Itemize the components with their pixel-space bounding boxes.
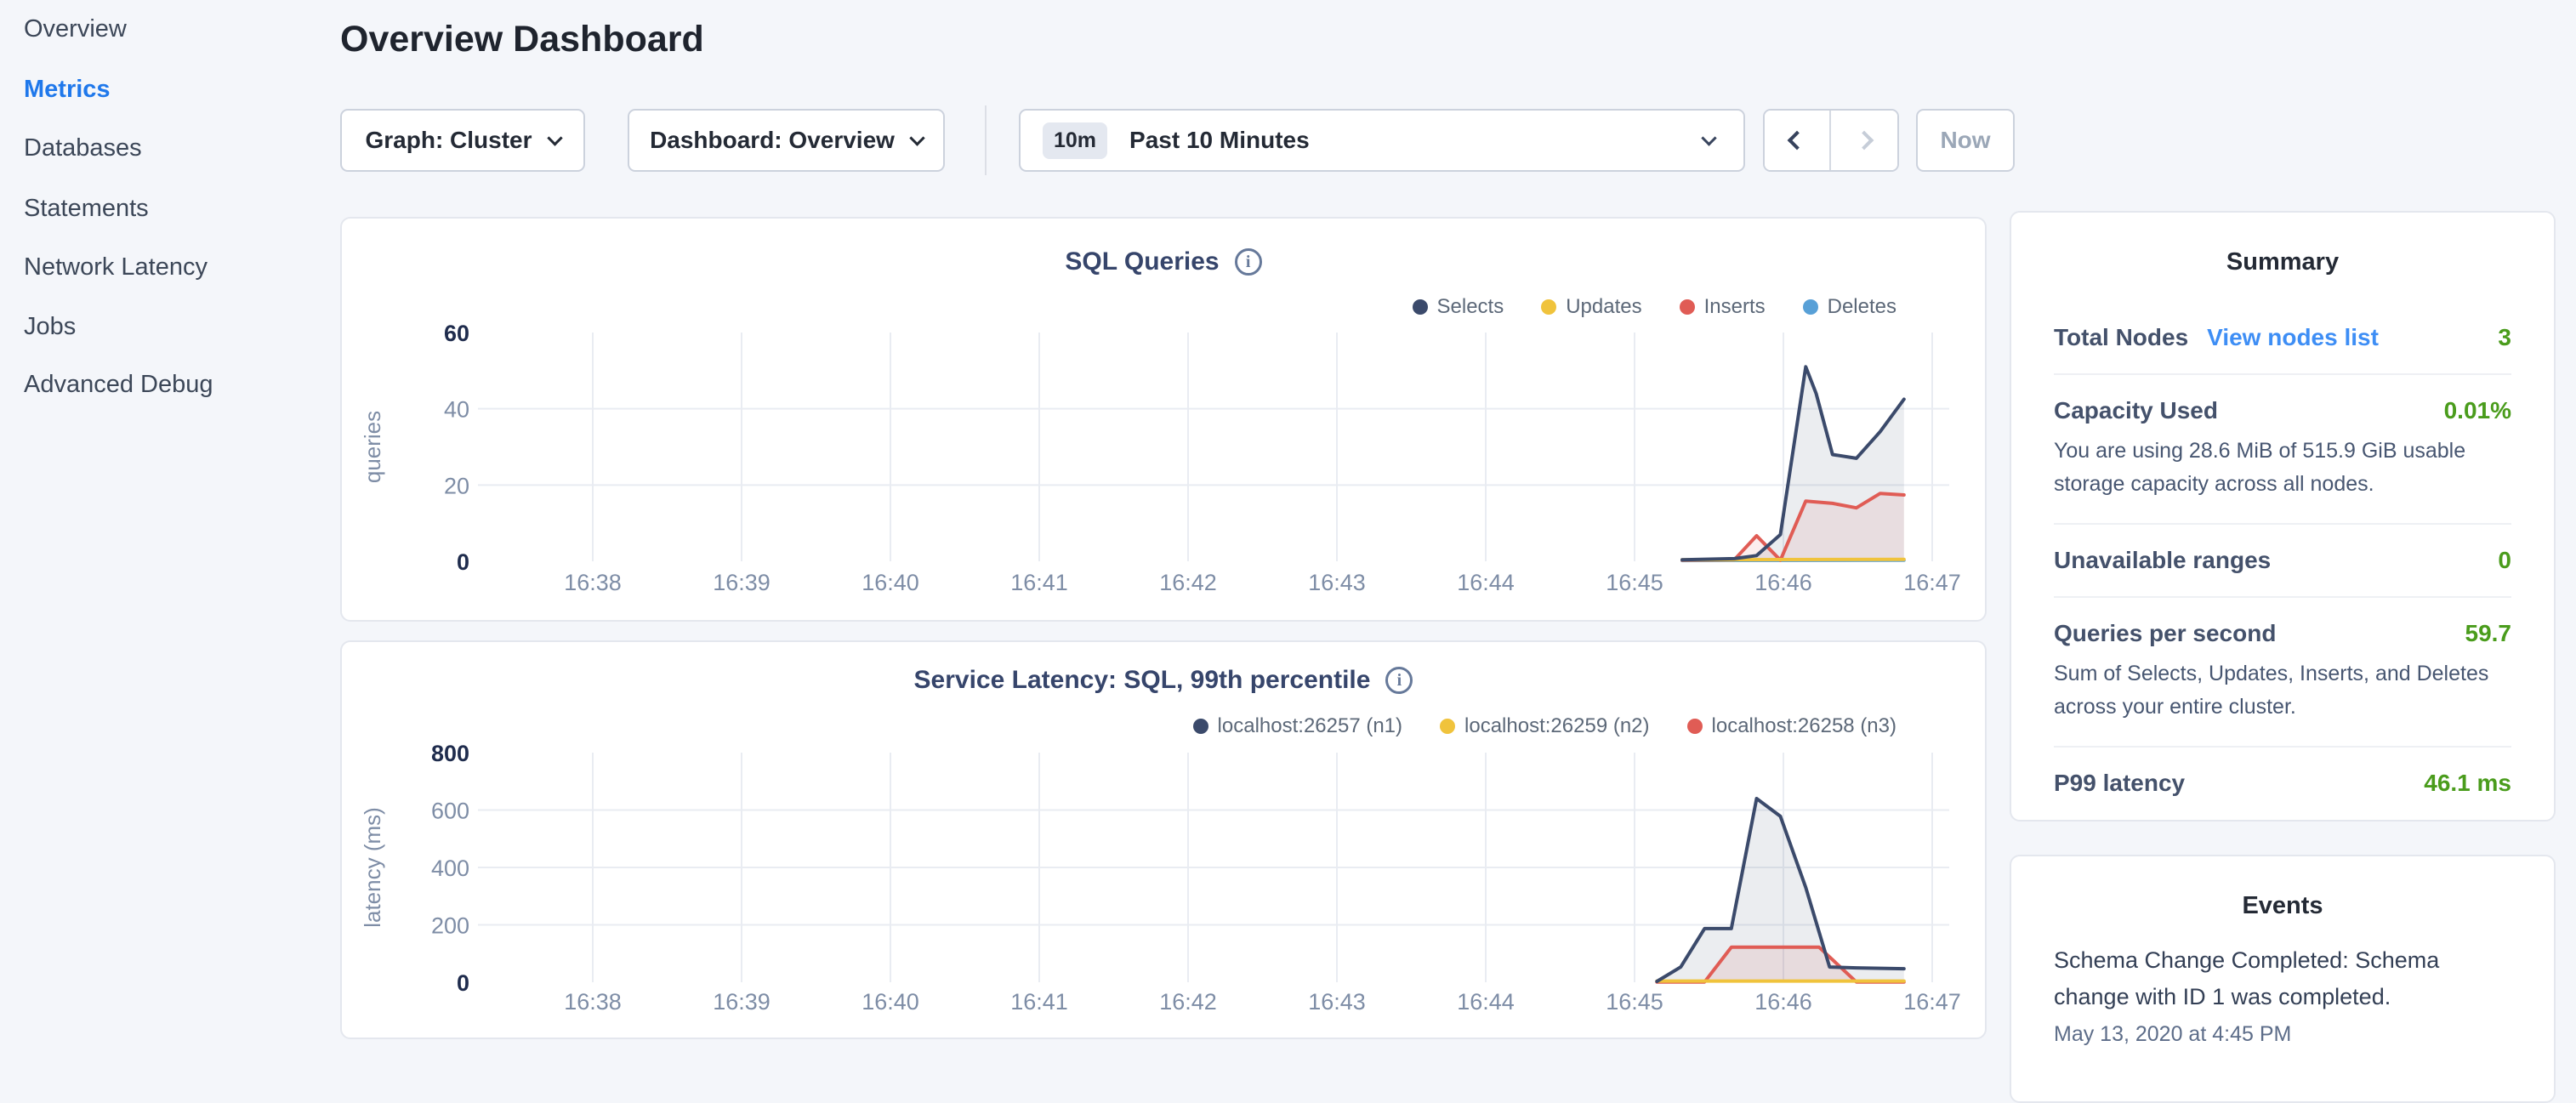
- time-step-buttons: [1763, 109, 1899, 172]
- events-list: Schema Change Completed: Schema change w…: [2011, 942, 2554, 1047]
- summary-row-capacity-used: Capacity Used 0.01% You are using 28.6 MiB…: [2054, 373, 2511, 523]
- event-text: Schema Change Completed: Schema change w…: [2054, 942, 2511, 1015]
- chart-card-sql-queries[interactable]: SQL QueriesiSelectsUpdatesInsertsDeletes…: [340, 217, 1987, 622]
- svg-text:16:44: 16:44: [1457, 570, 1515, 595]
- svg-text:16:45: 16:45: [1606, 570, 1663, 595]
- summary-row-description: Sum of Selects, Updates, Inserts, and De…: [2054, 657, 2511, 724]
- chart-plot-area[interactable]: 16:38 16:39 16:40 16:41 16:42 16:43 16:44 16:45…: [342, 642, 1988, 1038]
- sidebar-item-jobs[interactable]: Jobs: [24, 308, 76, 345]
- now-button-label: Now: [1940, 127, 1990, 154]
- svg-text:latency (ms): latency (ms): [360, 807, 385, 928]
- svg-text:16:40: 16:40: [862, 989, 919, 1015]
- svg-text:16:39: 16:39: [713, 570, 771, 595]
- summary-row-label: Queries per second: [2054, 620, 2276, 647]
- svg-text:16:44: 16:44: [1457, 989, 1515, 1015]
- event-timestamp: May 13, 2020 at 4:45 PM: [2054, 1022, 2511, 1047]
- svg-text:16:43: 16:43: [1308, 570, 1366, 595]
- svg-text:16:41: 16:41: [1010, 570, 1068, 595]
- chart-card-service-latency[interactable]: Service Latency: SQL, 99th percentileilo…: [340, 640, 1987, 1039]
- svg-text:16:46: 16:46: [1754, 570, 1812, 595]
- svg-text:16:38: 16:38: [564, 570, 622, 595]
- graph-dropdown-label: Graph: Cluster: [365, 127, 532, 154]
- svg-text:16:43: 16:43: [1308, 989, 1366, 1015]
- summary-row-label: Total Nodes: [2054, 324, 2188, 351]
- graph-dropdown[interactable]: Graph: Cluster: [340, 109, 585, 172]
- summary-panel: Summary Total Nodes View nodes list 3 Capac…: [2010, 211, 2556, 822]
- sidebar-item-overview[interactable]: Overview: [24, 10, 127, 48]
- time-step-forward-button[interactable]: [1831, 111, 1897, 170]
- controls-divider: [985, 105, 987, 175]
- chevron-down-icon: [547, 130, 562, 145]
- time-step-back-button[interactable]: [1765, 111, 1831, 170]
- svg-text:16:42: 16:42: [1159, 570, 1217, 595]
- svg-text:16:38: 16:38: [564, 989, 622, 1015]
- summary-row-value: 0.01%: [2444, 397, 2511, 424]
- svg-text:400: 400: [431, 856, 469, 881]
- summary-title: Summary: [2011, 213, 2554, 276]
- summary-row-p99-latency: P99 latency 46.1 ms: [2054, 746, 2511, 819]
- chevron-down-icon: [909, 130, 924, 145]
- svg-text:queries: queries: [360, 411, 385, 483]
- chart-plot-area[interactable]: 16:38 16:39 16:40 16:41 16:42 16:43 16:44 16:45…: [342, 219, 1988, 620]
- svg-text:60: 60: [444, 321, 469, 346]
- svg-text:600: 600: [431, 799, 469, 824]
- svg-text:16:39: 16:39: [713, 989, 771, 1015]
- dashboard-dropdown[interactable]: Dashboard: Overview: [628, 109, 945, 172]
- sidebar-item-metrics[interactable]: Metrics: [24, 71, 111, 108]
- sidebar-item-databases[interactable]: Databases: [24, 129, 142, 167]
- time-window-badge: 10m: [1043, 122, 1107, 159]
- summary-row-value: 3: [2498, 324, 2511, 351]
- svg-text:40: 40: [444, 397, 469, 423]
- summary-row-description: You are using 28.6 MiB of 515.9 GiB usab…: [2054, 435, 2511, 501]
- svg-text:16:40: 16:40: [862, 570, 919, 595]
- chevron-right-icon: [1855, 131, 1874, 151]
- svg-text:16:41: 16:41: [1010, 989, 1068, 1015]
- view-nodes-list-link[interactable]: View nodes list: [2207, 324, 2379, 351]
- summary-row-total-nodes: Total Nodes View nodes list 3: [2054, 302, 2511, 373]
- time-window-label: Past 10 Minutes: [1129, 127, 1310, 154]
- events-panel: Events Schema Change Completed: Schema c…: [2010, 855, 2556, 1103]
- dashboard-dropdown-label: Dashboard: Overview: [650, 127, 895, 154]
- summary-row-queries-per-second: Queries per second 59.7 Sum of Selects, Up…: [2054, 596, 2511, 746]
- summary-row-value: 59.7: [2465, 620, 2512, 647]
- chevron-down-icon: [1701, 130, 1716, 145]
- chevron-left-icon: [1788, 131, 1807, 151]
- overview-dashboard-page: { "sidebar": { "items": [ { "label": "Ov…: [0, 0, 2576, 1051]
- sidebar: Overview Metrics Databases Statements Networ…: [0, 0, 340, 1051]
- sidebar-item-network-latency[interactable]: Network Latency: [24, 248, 208, 286]
- now-button[interactable]: Now: [1916, 109, 2015, 172]
- page-title: Overview Dashboard: [340, 19, 704, 60]
- svg-text:800: 800: [431, 741, 469, 766]
- svg-text:16:47: 16:47: [1903, 570, 1961, 595]
- events-title: Events: [2011, 856, 2554, 920]
- summary-row-label: P99 latency: [2054, 770, 2185, 797]
- summary-row-value: 46.1 ms: [2424, 770, 2511, 797]
- summary-row-label: Unavailable ranges: [2054, 547, 2271, 574]
- svg-text:0: 0: [457, 549, 469, 575]
- svg-text:16:42: 16:42: [1159, 989, 1217, 1015]
- sidebar-item-advanced-debug[interactable]: Advanced Debug: [24, 366, 213, 403]
- svg-text:200: 200: [431, 913, 469, 939]
- sidebar-item-statements[interactable]: Statements: [24, 190, 149, 227]
- summary-rows: Total Nodes View nodes list 3 Capacity Used…: [2011, 302, 2554, 819]
- summary-row-value: 0: [2498, 547, 2511, 574]
- svg-text:16:45: 16:45: [1606, 989, 1663, 1015]
- event-list-item[interactable]: Schema Change Completed: Schema change w…: [2054, 942, 2511, 1047]
- svg-text:16:46: 16:46: [1754, 989, 1812, 1015]
- summary-row-label: Capacity Used: [2054, 397, 2218, 424]
- svg-text:20: 20: [444, 473, 469, 498]
- time-window-selector[interactable]: 10m Past 10 Minutes: [1019, 109, 1745, 172]
- summary-row-unavailable-ranges: Unavailable ranges 0: [2054, 523, 2511, 596]
- svg-text:16:47: 16:47: [1903, 989, 1961, 1015]
- svg-text:0: 0: [457, 970, 469, 996]
